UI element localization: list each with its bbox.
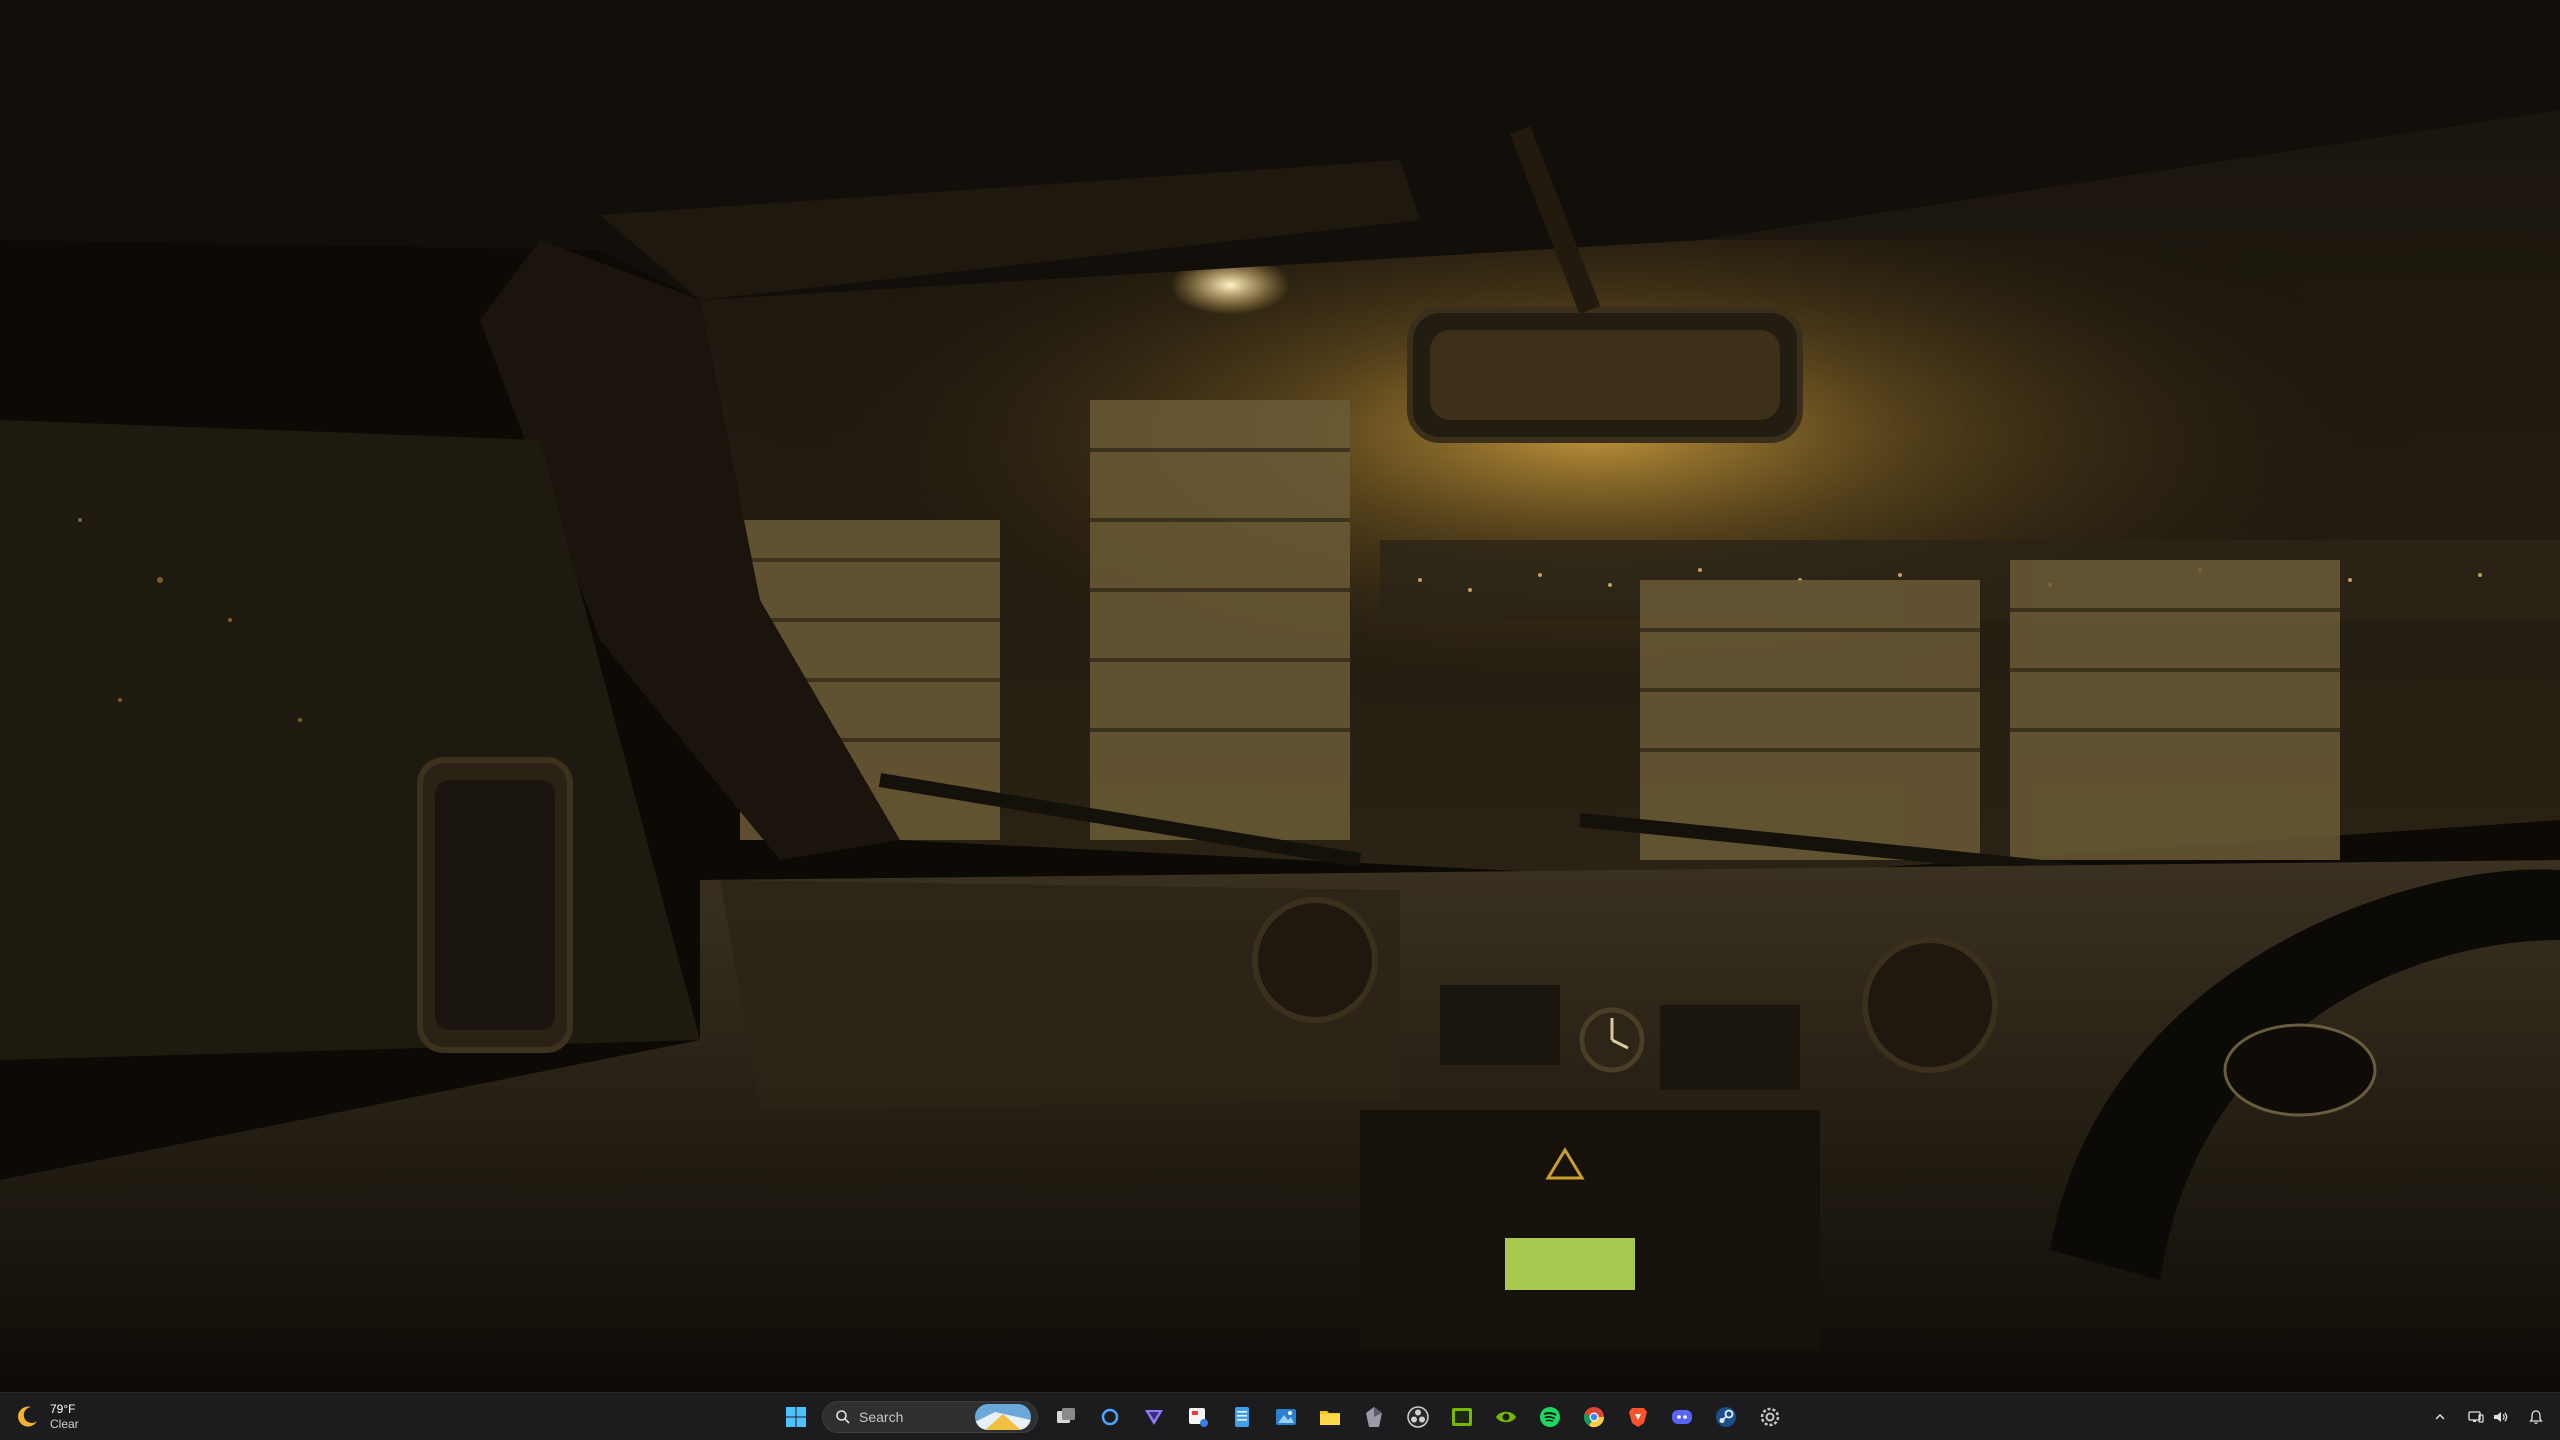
photos-button[interactable] xyxy=(1266,1397,1306,1437)
weather-temperature: 79°F xyxy=(50,1402,76,1416)
volume-icon xyxy=(2494,1412,2508,1422)
cortana-button[interactable] xyxy=(1090,1397,1130,1437)
search-icon xyxy=(836,1410,850,1424)
search-label: Search xyxy=(859,1409,904,1425)
wallpaper-image xyxy=(0,0,2560,1392)
network-icon xyxy=(2468,1411,2484,1423)
chrome-icon xyxy=(1583,1407,1605,1428)
notification-bell-icon xyxy=(2529,1410,2543,1424)
notification-center-button[interactable] xyxy=(2522,1397,2550,1437)
search-box[interactable]: Search xyxy=(822,1401,1038,1433)
obs-studio-button[interactable] xyxy=(1398,1397,1438,1437)
proton-vpn-button[interactable] xyxy=(1134,1397,1174,1437)
task-view-icon xyxy=(1057,1408,1075,1423)
snipping-tool-icon xyxy=(1189,1408,1208,1427)
taskbar-center: Search xyxy=(776,1397,1794,1437)
steam-icon xyxy=(1716,1407,1736,1427)
quick-settings-button[interactable] xyxy=(2460,1397,2516,1437)
spotify-button[interactable] xyxy=(1530,1397,1570,1437)
file-explorer-button[interactable] xyxy=(1310,1397,1350,1437)
taskbar: 79°F Clear Search xyxy=(0,1392,2560,1440)
notepad-icon xyxy=(1235,1407,1249,1427)
windows-start-icon xyxy=(786,1407,806,1427)
steam-button[interactable] xyxy=(1706,1397,1746,1437)
search-highlight-image xyxy=(975,1404,1031,1430)
nvidia-app-button[interactable] xyxy=(1442,1397,1482,1437)
chevron-up-icon xyxy=(2435,1413,2445,1420)
start-button[interactable] xyxy=(776,1397,816,1437)
discord-button[interactable] xyxy=(1662,1397,1702,1437)
photos-icon xyxy=(1276,1409,1296,1425)
nvidia-app-icon xyxy=(1452,1408,1472,1426)
notepad-button[interactable] xyxy=(1222,1397,1262,1437)
discord-icon xyxy=(1672,1410,1692,1424)
obs-studio-icon xyxy=(1407,1406,1429,1428)
settings-icon xyxy=(1760,1407,1780,1427)
tray-overflow-button[interactable] xyxy=(2426,1397,2454,1437)
weather-widget[interactable]: 79°F Clear xyxy=(14,1399,79,1435)
weather-condition: Clear xyxy=(50,1417,79,1431)
spotify-icon xyxy=(1540,1407,1560,1427)
settings-button[interactable] xyxy=(1750,1397,1790,1437)
nvidia-geforce-button[interactable] xyxy=(1486,1397,1526,1437)
system-tray xyxy=(2426,1397,2550,1437)
obsidian-icon xyxy=(1366,1407,1382,1427)
chrome-button[interactable] xyxy=(1574,1397,1614,1437)
nvidia-geforce-icon xyxy=(1496,1411,1516,1423)
file-explorer-icon xyxy=(1320,1411,1340,1425)
brave-button[interactable] xyxy=(1618,1397,1658,1437)
cortana-icon xyxy=(1101,1408,1119,1426)
obsidian-button[interactable] xyxy=(1354,1397,1394,1437)
moon-icon xyxy=(18,1406,37,1427)
task-view-button[interactable] xyxy=(1046,1397,1086,1437)
desktop[interactable] xyxy=(0,0,2560,1392)
snipping-tool-button[interactable] xyxy=(1178,1397,1218,1437)
brave-icon xyxy=(1629,1408,1647,1427)
proton-vpn-icon xyxy=(1145,1410,1163,1425)
